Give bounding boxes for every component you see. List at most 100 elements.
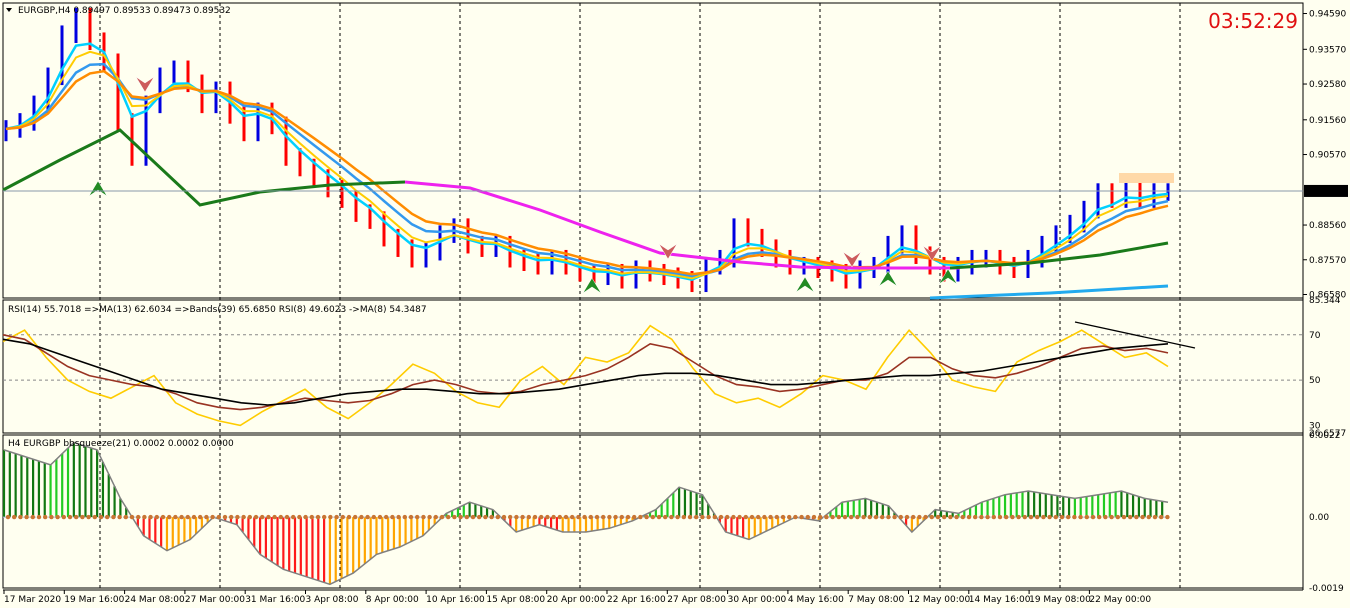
squeeze-dot [439,514,445,520]
squeeze-dot [1066,514,1071,520]
rsi-panel [2,299,1304,434]
price-tick-label: 0.93570 [1309,45,1346,55]
squeeze-dot [1115,514,1121,520]
squeeze-dot [390,514,395,520]
squeeze-dot [892,514,897,520]
squeeze-dot [539,514,544,520]
squeeze-dot [477,514,482,520]
squeeze-dot [167,514,172,520]
squeeze-dot [1097,514,1102,520]
squeeze-dot [650,514,655,520]
squeeze-dot [61,514,66,520]
squeeze-dot [849,514,854,520]
squeeze-dot [904,514,910,520]
squeeze-dot [80,514,85,520]
squeeze-dot [1078,514,1083,520]
squeeze-dot [1041,514,1046,520]
squeeze-dot [557,514,562,520]
squeeze-dot [452,514,457,520]
squeeze-dot [49,514,54,520]
squeeze-dot [718,514,724,520]
squeeze-dot [749,514,755,520]
squeeze-dot [377,514,383,520]
squeeze-dot [960,514,965,520]
squeeze-dot [483,514,488,520]
squeeze-dot [768,514,773,520]
squeeze-dot [644,514,649,520]
squeeze-dot [985,514,990,520]
squeeze-dot [607,514,612,520]
squeeze-dot [495,514,500,520]
x-tick-label: 27 Mar 00:00 [185,595,245,605]
squeeze-dot [204,514,209,520]
squeeze-dot [222,514,228,520]
squeeze-dot [30,514,35,520]
squeeze-dot [563,514,569,520]
squeeze-dot [973,514,978,520]
squeeze-dot [154,514,159,520]
squeeze-dot [198,514,203,520]
squeeze-dot [601,514,606,520]
x-tick-label: 3 Apr 08:00 [306,595,359,605]
squeeze-dot [421,514,426,520]
squeeze-dot [470,514,476,520]
squeeze-dot [725,514,730,520]
squeeze-dot [371,514,376,520]
squeeze-dot [774,514,779,520]
squeeze-dot [638,514,643,520]
squeeze-dot [1084,514,1090,520]
squeeze-dot [247,514,252,520]
squeeze-dot [67,514,73,520]
squeeze-dot [210,514,215,520]
squeeze-dot [805,514,810,520]
squeeze-dot [111,514,116,520]
squeeze-dot [991,514,996,520]
x-tick-label: 20 Apr 00:00 [547,595,606,605]
squeeze-tick-label: -0.0019 [1309,584,1344,594]
squeeze-dot [1103,514,1108,520]
squeeze-dot [55,514,60,520]
squeeze-dot [663,514,668,520]
chart-canvas[interactable]: 0.89532 0.94590 0.93570 0.92580 0.91560 0.905… [0,0,1350,608]
squeeze-dot [129,514,135,520]
squeeze-dot [43,514,48,520]
squeeze-dot [235,514,240,520]
squeeze-dot [1121,514,1127,520]
squeeze-dot [526,514,531,520]
squeeze-dot [266,514,271,520]
x-tick-label: 7 May 08:00 [848,595,904,605]
squeeze-dot [359,514,364,520]
squeeze-tick-label: 0.0022 [1309,431,1341,441]
squeeze-dot [1152,514,1158,520]
squeeze-dot [1016,514,1021,520]
squeeze-dot [948,514,953,520]
squeeze-dot [105,514,110,520]
squeeze-dot [675,514,680,520]
squeeze-dot [706,514,711,520]
squeeze-dot [935,514,941,520]
squeeze-dot [179,514,184,520]
squeeze-dot [997,514,1003,520]
x-tick-label: 10 Apr 16:00 [426,595,485,605]
squeeze-dot [1028,514,1034,520]
squeeze-dot [867,514,872,520]
price-tick-label: 0.87570 [1309,256,1346,266]
squeeze-dot [532,514,538,520]
squeeze-dot [272,514,277,520]
squeeze-dot [1146,514,1152,520]
squeeze-dot [328,514,333,520]
squeeze-dot [315,514,321,520]
x-tick-label: 14 May 16:00 [969,595,1031,605]
x-tick-label: 8 Apr 00:00 [366,595,419,605]
squeeze-dot [1128,514,1133,520]
rsi-tick-label: 50 [1309,376,1321,386]
squeeze-dot [489,514,494,520]
squeeze-dot [520,514,525,520]
squeeze-dot [173,514,178,520]
squeeze-dot [396,514,401,520]
price-tick-label: 0.92580 [1309,80,1346,90]
squeeze-dot [737,514,742,520]
squeeze-dot [551,514,556,520]
squeeze-dot [353,514,358,520]
squeeze-dot [545,514,550,520]
